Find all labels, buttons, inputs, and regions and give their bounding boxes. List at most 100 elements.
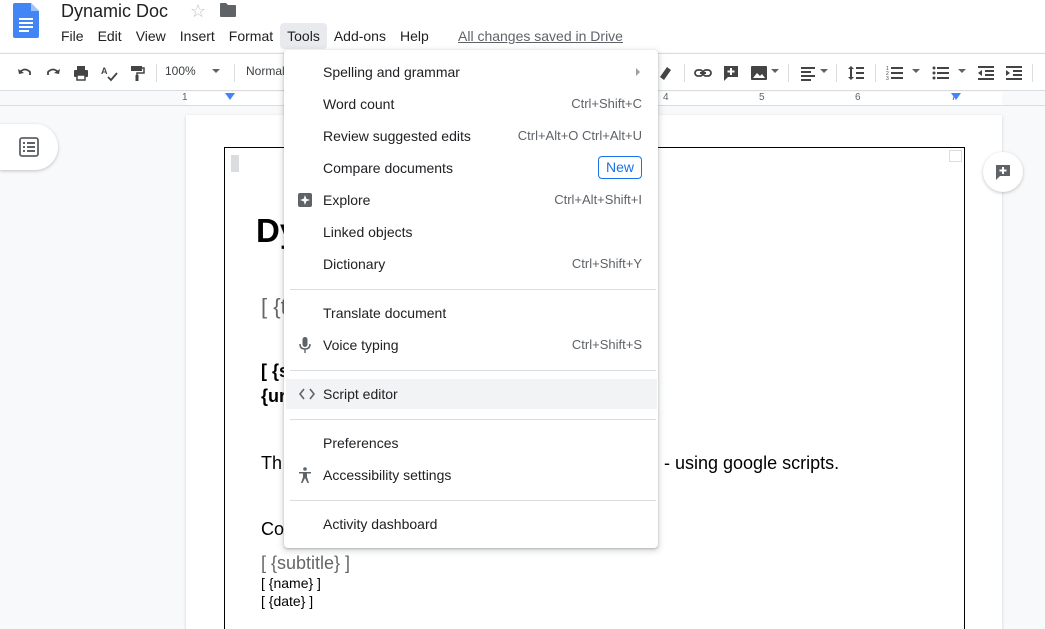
explore-icon (296, 191, 314, 209)
align-left-icon[interactable] (797, 62, 819, 84)
subtitle-placeholder[interactable]: [ {subtitle} ] (261, 552, 350, 574)
microphone-icon (296, 336, 314, 354)
numbered-list-icon[interactable]: 123 (884, 62, 906, 84)
left-indent-marker[interactable] (225, 93, 235, 100)
ruler-number: 4 (663, 92, 669, 103)
svg-text:A: A (101, 66, 108, 76)
paint-format-icon[interactable] (126, 62, 148, 84)
ruler-number: 1 (182, 92, 188, 103)
new-badge: New (597, 156, 642, 179)
paragraph-style-select[interactable]: Normal (246, 64, 285, 78)
zoom-select[interactable]: 100% (165, 64, 196, 78)
svg-text:3: 3 (886, 76, 889, 82)
menu-item-label: Activity dashboard (323, 516, 438, 532)
ruler-number: 5 (759, 92, 765, 103)
decrease-indent-icon[interactable] (975, 62, 997, 84)
menu-item-accessibility-settings[interactable]: Accessibility settings (284, 460, 658, 490)
menu-item-word-count[interactable]: Word count Ctrl+Shift+C (284, 89, 658, 119)
chevron-down-icon[interactable] (820, 69, 828, 73)
menu-bar: File Edit View Insert Format Tools Add-o… (54, 23, 436, 49)
menu-divider (290, 289, 656, 290)
menu-item-review-suggested-edits[interactable]: Review suggested edits Ctrl+Alt+O Ctrl+A… (284, 121, 658, 151)
document-outline-button[interactable] (0, 124, 58, 170)
menu-edit[interactable]: Edit (91, 23, 129, 49)
star-icon[interactable]: ☆ (190, 1, 206, 21)
menu-item-shortcut: Ctrl+Shift+Y (571, 256, 642, 271)
increase-indent-icon[interactable] (1003, 62, 1025, 84)
chevron-down-icon[interactable] (912, 69, 920, 73)
menu-divider (290, 500, 656, 501)
menu-item-shortcut: Ctrl+Alt+Shift+I (554, 192, 642, 207)
google-docs-logo-icon[interactable] (13, 3, 39, 38)
toolbar-divider (875, 64, 876, 82)
chevron-down-icon[interactable] (771, 69, 779, 73)
chevron-down-icon[interactable] (212, 69, 220, 73)
document-title[interactable]: Dynamic Doc (61, 0, 168, 22)
folder-icon[interactable] (219, 2, 237, 18)
bold-placeholder-line[interactable]: {ur (261, 385, 286, 407)
line-spacing-icon[interactable] (845, 62, 867, 84)
menu-item-preferences[interactable]: Preferences (284, 428, 658, 458)
menu-item-spelling-and-grammar[interactable]: Spelling and grammar (284, 57, 658, 87)
body-text-line[interactable]: Co (261, 518, 284, 540)
submenu-arrow-icon (636, 68, 640, 76)
menu-help[interactable]: Help (393, 23, 436, 49)
menu-item-label: Linked objects (323, 224, 413, 240)
toolbar-divider (836, 64, 837, 82)
toolbar-divider (156, 64, 157, 82)
add-comment-button[interactable] (983, 152, 1023, 192)
menu-view[interactable]: View (129, 23, 173, 49)
menu-divider (290, 419, 656, 420)
toolbar-divider (1032, 64, 1033, 82)
save-status-link[interactable]: All changes saved in Drive (458, 27, 623, 45)
menu-item-label: Spelling and grammar (323, 64, 460, 80)
menu-item-label: Dictionary (323, 256, 386, 272)
menu-item-shortcut: Ctrl+Alt+O Ctrl+Alt+U (517, 128, 642, 143)
redo-icon[interactable] (42, 62, 64, 84)
menu-item-label: Review suggested edits (323, 128, 471, 144)
menu-addons[interactable]: Add-ons (327, 23, 393, 49)
menu-item-dictionary[interactable]: Dictionary Ctrl+Shift+Y (284, 249, 658, 279)
insert-image-icon[interactable] (748, 62, 770, 84)
table-corner-handle[interactable] (949, 150, 962, 162)
undo-icon[interactable] (14, 62, 36, 84)
menu-item-label: Translate document (323, 305, 447, 321)
menu-item-label: Accessibility settings (323, 467, 452, 483)
menu-item-compare-documents[interactable]: Compare documents New (284, 153, 658, 183)
menu-format[interactable]: Format (222, 23, 280, 49)
add-comment-icon (996, 165, 1010, 180)
right-indent-marker[interactable] (951, 93, 961, 100)
chevron-down-icon[interactable] (958, 69, 966, 73)
tools-menu: Spelling and grammar Word count Ctrl+Shi… (284, 50, 658, 548)
add-comment-icon[interactable] (720, 62, 742, 84)
menu-item-explore[interactable]: Explore Ctrl+Alt+Shift+I (284, 185, 658, 215)
menu-divider (290, 370, 656, 371)
menu-item-activity-dashboard[interactable]: Activity dashboard (284, 509, 658, 539)
menu-item-translate-document[interactable]: Translate document (284, 298, 658, 328)
body-text-start[interactable]: Th (261, 452, 282, 474)
toolbar-divider (234, 64, 235, 82)
bulleted-list-icon[interactable] (930, 62, 952, 84)
menu-file[interactable]: File (54, 23, 91, 49)
menu-item-label: Compare documents (323, 160, 453, 176)
menu-item-linked-objects[interactable]: Linked objects (284, 217, 658, 247)
menu-item-label: Voice typing (323, 337, 399, 353)
menu-item-label: Script editor (323, 386, 398, 402)
menu-item-label: Preferences (323, 435, 399, 451)
menu-item-label: Explore (323, 192, 371, 208)
date-placeholder[interactable]: [ {date} ] (261, 593, 313, 610)
toolbar-divider (788, 64, 789, 82)
menu-item-voice-typing[interactable]: Voice typing Ctrl+Shift+S (284, 330, 658, 360)
name-placeholder[interactable]: [ {name} ] (261, 575, 321, 592)
menu-tools[interactable]: Tools (280, 23, 327, 49)
code-icon (298, 385, 316, 403)
accessibility-icon (296, 466, 314, 484)
body-text-end[interactable]: - using google scripts. (664, 452, 839, 474)
menu-item-shortcut: Ctrl+Shift+S (571, 337, 642, 352)
spellcheck-icon[interactable]: A (98, 62, 120, 84)
menu-insert[interactable]: Insert (173, 23, 222, 49)
title-placeholder[interactable]: [ {t (261, 294, 287, 320)
menu-item-script-editor[interactable]: Script editor (286, 379, 657, 409)
print-icon[interactable] (70, 62, 92, 84)
link-icon[interactable] (692, 62, 714, 84)
